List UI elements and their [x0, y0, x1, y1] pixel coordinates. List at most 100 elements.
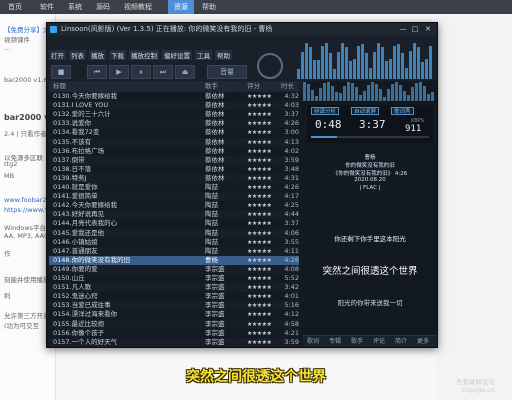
playlist-row[interactable]: 0132.爱的三十六计 蔡依林 ★★★★★ 3:37 [49, 110, 299, 119]
playlist-row[interactable]: 0138.日不落 蔡依林 ★★★★★ 3:48 [49, 165, 299, 174]
playlist-row[interactable]: 0152.鬼迷心窍 李宗盛 ★★★★★ 4:01 [49, 292, 299, 301]
track-artist: 蔡依林 [205, 110, 225, 119]
playlist-row[interactable]: 0134.看我72变 蔡依林 ★★★★★ 3:00 [49, 128, 299, 137]
spectrum-bar [403, 91, 406, 101]
stop-button[interactable]: ■ [51, 65, 71, 79]
track-rating: ★★★★★ [247, 220, 272, 228]
track-rating: ★★★★★ [247, 211, 272, 219]
track-duration: 3:00 [284, 128, 299, 137]
info-tab[interactable]: 简介 [395, 336, 407, 348]
next-button[interactable]: ⏭ [153, 65, 173, 79]
header-title[interactable]: 标题 [53, 81, 66, 92]
info-tab[interactable]: 专辑 [329, 336, 341, 348]
maximize-button[interactable]: □ [409, 23, 421, 36]
spectrum-bar [311, 90, 314, 101]
playlist-row[interactable]: 0151.凡人歌 李宗盛 ★★★★★ 3:42 [49, 283, 299, 293]
eject-button[interactable]: ⏏ [175, 65, 195, 79]
playlist-row[interactable]: 0135.不该有 蔡依林 ★★★★★ 4:13 [49, 137, 299, 147]
menu-item[interactable]: 播放 [89, 50, 106, 60]
info-tab[interactable]: 评论 [373, 336, 385, 348]
browser-tab[interactable]: 源码 [90, 0, 116, 14]
playlist-row-current[interactable]: 0148.你的微笑没有我的旧 曹杨 ★★★★★ 4:26 [49, 255, 299, 265]
browser-tab[interactable]: 首页 [2, 0, 28, 14]
header-rating[interactable]: 评分 [247, 81, 260, 92]
playlist-row[interactable]: 0143.好好说再见 陶喆 ★★★★★ 4:44 [49, 210, 299, 220]
seek-progress [311, 136, 337, 138]
background-text: 视频课件 [4, 36, 30, 44]
track-duration: 4:08 [284, 264, 299, 273]
playlist-row[interactable]: 0131.I LOVE YOU 蔡依林 ★★★★★ 4:03 [49, 101, 299, 111]
browser-tab[interactable]: 视频教程 [118, 0, 158, 14]
track-rating: ★★★★★ [247, 256, 272, 264]
track-title: 0136.布拉格广场 [53, 146, 105, 155]
menu-item[interactable]: 下载 [109, 50, 126, 60]
music-player-window[interactable]: Linsoon(风影版) (Ver 1.3.5) 正在播放: 你的微笑没有我的旧… [46, 22, 438, 348]
seek-bar[interactable] [311, 136, 429, 138]
visualizer-bar [365, 52, 368, 79]
menu-item[interactable]: 播放控制 [129, 50, 159, 60]
close-button[interactable]: ✕ [422, 23, 434, 36]
track-title: 0141.爱很简单 [53, 192, 98, 201]
playlist-row[interactable]: 0130.今天你要嫁给我 蔡依林 ★★★★★ 4:32 [49, 92, 299, 101]
track-rating: ★★★★★ [247, 311, 272, 319]
badge-spectrum[interactable]: 频谱分析 [311, 107, 340, 115]
menu-item[interactable]: 工具 [195, 50, 212, 60]
menu-item[interactable]: 列表 [69, 50, 86, 60]
badge-autoscroll[interactable]: 自动滚屏 [351, 107, 380, 115]
minimize-button[interactable]: — [397, 23, 409, 36]
browser-tab[interactable]: 软件 [34, 0, 60, 14]
info-tab[interactable]: 歌词 [307, 336, 319, 348]
playlist-row[interactable]: 0149.你要的爱 李宗盛 ★★★★★ 4:08 [49, 264, 299, 274]
browser-tab[interactable]: 资源 [168, 0, 194, 14]
browser-tab[interactable]: 系统 [62, 0, 88, 14]
playlist-row[interactable]: 0155.最近比较烦 李宗盛 ★★★★★ 4:58 [49, 319, 299, 329]
info-tab[interactable]: 更多 [417, 336, 429, 348]
background-right-column [437, 14, 512, 400]
player-titlebar[interactable]: Linsoon(风影版) (Ver 1.3.5) 正在播放: 你的微笑没有我的旧… [47, 23, 437, 36]
playlist[interactable]: 标题 歌手 评分 时长 0130.今天你要嫁给我 蔡依林 ★★★★★ 4:32 0131… [49, 81, 299, 347]
playlist-row[interactable]: 0147.普通朋友 陶喆 ★★★★★ 4:11 [49, 246, 299, 256]
track-duration: 4:26 [284, 119, 299, 128]
visualizer-bar [417, 47, 420, 79]
browser-tab[interactable]: 帮助 [196, 0, 222, 14]
track-artist: 李宗盛 [205, 264, 225, 273]
playlist-row[interactable]: 0144.月亮代表我的心 陶喆 ★★★★★ 3:37 [49, 219, 299, 228]
track-rating: ★★★★★ [247, 111, 272, 119]
playlist-row[interactable]: 0133.说爱你 蔡依林 ★★★★★ 4:26 [49, 119, 299, 129]
play-button[interactable]: ▶ [109, 65, 129, 79]
playlist-row[interactable]: 0157.一个人的好天气 李宗盛 ★★★★★ 3:59 [49, 337, 299, 347]
volume-knob[interactable] [257, 53, 283, 79]
playlist-row[interactable]: 0142.今天你要嫁给我 陶喆 ★★★★★ 4:25 [49, 201, 299, 210]
spectrum-bar [331, 85, 334, 101]
playlist-row[interactable]: 0141.爱很简单 陶喆 ★★★★★ 4:17 [49, 192, 299, 202]
header-duration[interactable]: 时长 [281, 81, 294, 92]
track-artist: 蔡依林 [205, 164, 225, 173]
track-rating: ★★★★★ [247, 247, 272, 255]
playlist-row[interactable]: 0145.爱我还是他 陶喆 ★★★★★ 4:06 [49, 228, 299, 238]
playlist-row[interactable]: 0154.漂洋过海来看你 李宗盛 ★★★★★ 4:12 [49, 310, 299, 319]
playlist-row[interactable]: 0153.当爱已成往事 李宗盛 ★★★★★ 5:16 [49, 301, 299, 311]
prev-button[interactable]: ⏮ [87, 65, 107, 79]
visualizer-bar [377, 43, 380, 79]
spectrum-bar [431, 92, 434, 101]
playlist-row[interactable]: 0156.你像个孩子 李宗盛 ★★★★★ 4:21 [49, 329, 299, 338]
badge-lyrics[interactable]: 歌词秀 [391, 107, 414, 115]
playlist-row[interactable]: 0136.布拉格广场 蔡依林 ★★★★★ 4:02 [49, 147, 299, 156]
visualizer-bar [393, 45, 396, 79]
visualizer-bar [313, 60, 316, 79]
playlist-row[interactable]: 0146.小镇姑娘 陶喆 ★★★★★ 3:55 [49, 238, 299, 247]
track-title: 0134.看我72变 [53, 128, 100, 137]
menu-item[interactable]: 偏好设置 [162, 50, 192, 60]
playlist-row[interactable]: 0150.山丘 李宗盛 ★★★★★ 5:52 [49, 274, 299, 283]
pause-button[interactable]: ⏸ [131, 65, 151, 79]
track-artist: 蔡依林 [205, 137, 225, 146]
menu-item[interactable]: 打开 [49, 50, 66, 60]
info-tab[interactable]: 歌手 [351, 336, 363, 348]
playlist-row[interactable]: 0140.就是爱你 陶喆 ★★★★★ 4:26 [49, 183, 299, 192]
menu-item[interactable]: 帮助 [215, 50, 232, 60]
visualizer-bar [325, 43, 328, 79]
playlist-row[interactable]: 0139.特务J 蔡依林 ★★★★★ 4:31 [49, 173, 299, 183]
track-duration: 4:31 [284, 173, 299, 182]
playlist-row[interactable]: 0137.倒带 蔡依林 ★★★★★ 3:59 [49, 155, 299, 165]
header-artist[interactable]: 歌手 [205, 81, 218, 92]
